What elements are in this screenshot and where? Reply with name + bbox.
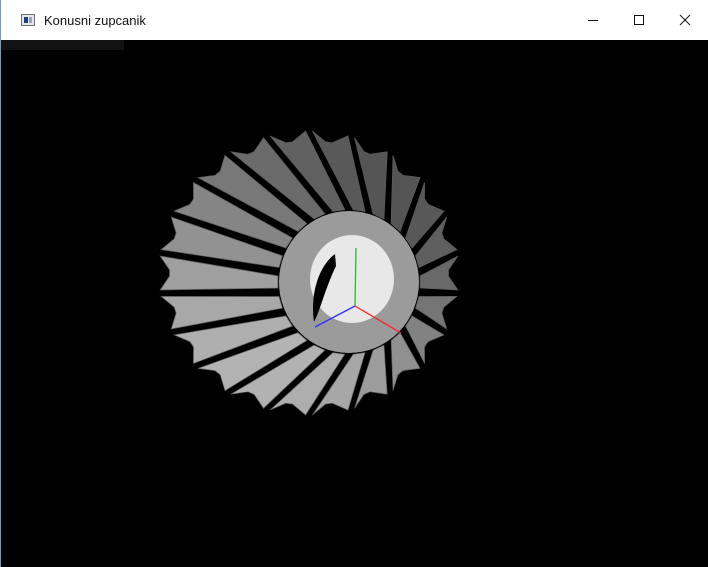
gear-scene — [159, 130, 459, 416]
minimize-button[interactable] — [570, 0, 616, 40]
maximize-button[interactable] — [616, 0, 662, 40]
app-window: Konusni zupcanik — [0, 0, 708, 567]
title-bar[interactable]: Konusni zupcanik — [1, 0, 708, 40]
app-window-icon — [21, 14, 35, 26]
maximize-icon — [634, 15, 644, 25]
minimize-icon — [588, 20, 598, 21]
window-title: Konusni zupcanik — [44, 12, 146, 28]
close-button[interactable] — [662, 0, 708, 40]
close-icon — [679, 14, 691, 26]
opengl-viewport[interactable] — [1, 40, 708, 567]
window-controls — [570, 0, 708, 40]
